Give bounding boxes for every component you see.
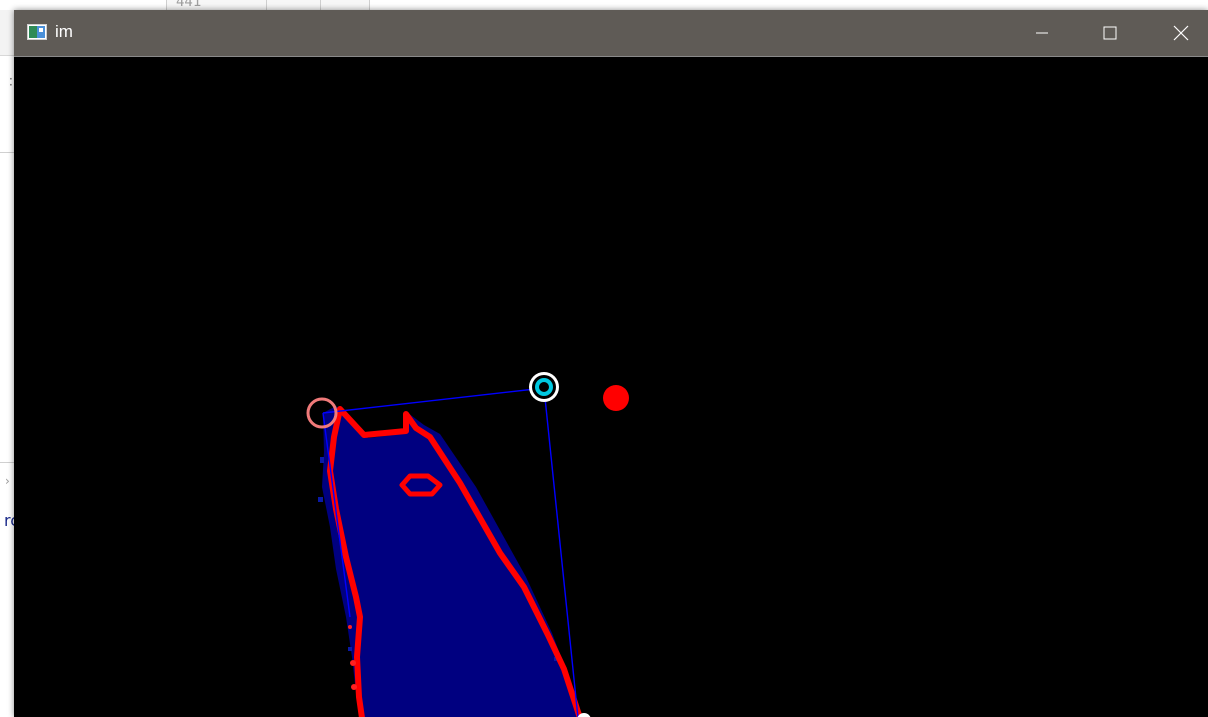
image-window: im bbox=[14, 10, 1208, 717]
editor-side-pane bbox=[0, 55, 14, 717]
image-canvas[interactable] bbox=[14, 56, 1208, 717]
close-button[interactable] bbox=[1158, 10, 1204, 56]
editor-line-number: 441 bbox=[176, 0, 202, 10]
maximize-icon bbox=[1103, 26, 1117, 40]
divider bbox=[0, 462, 14, 463]
editor-tab-strip: 441 bbox=[0, 0, 1208, 10]
chevron-right-icon[interactable]: › bbox=[5, 474, 10, 488]
editor-tab[interactable] bbox=[320, 0, 370, 10]
more-options-icon[interactable]: · · bbox=[9, 73, 13, 91]
editor-tab[interactable] bbox=[266, 0, 322, 10]
window-titlebar[interactable]: im bbox=[14, 10, 1208, 56]
centroid-marker bbox=[529, 372, 559, 402]
close-icon bbox=[1173, 25, 1189, 41]
maximize-button[interactable] bbox=[1087, 10, 1133, 56]
target-point bbox=[603, 385, 629, 411]
minimize-button[interactable] bbox=[1019, 10, 1065, 56]
image-content bbox=[306, 372, 629, 717]
window-title: im bbox=[55, 22, 73, 41]
minimize-icon bbox=[1036, 32, 1048, 34]
opencv-window-icon bbox=[27, 24, 47, 40]
divider bbox=[0, 152, 14, 153]
